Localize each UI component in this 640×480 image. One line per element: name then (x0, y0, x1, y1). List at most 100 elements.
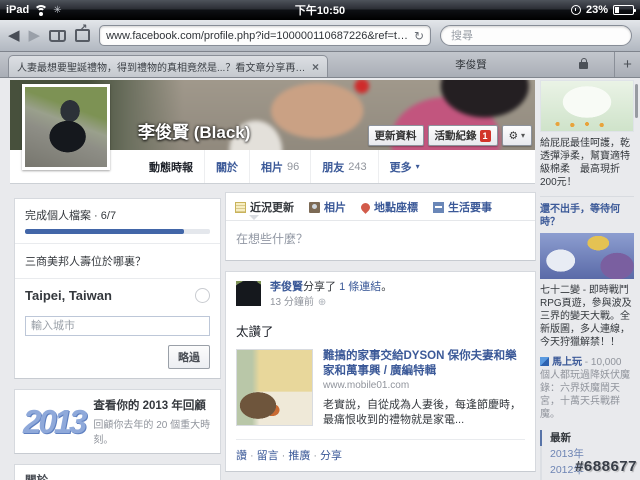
back-button[interactable]: ◀ (8, 28, 20, 43)
post-author-link[interactable]: 李俊賢 (270, 281, 303, 293)
year-review-title[interactable]: 查看你的 2013 年回顧 (93, 397, 212, 413)
battery-percent: 23% (585, 4, 608, 16)
status-input[interactable]: 在想些什麼？ (226, 221, 535, 260)
activity-log-button[interactable]: 活動紀錄 1 (427, 125, 498, 146)
profile-name: 李俊賢 (Black) (138, 123, 251, 142)
update-info-button[interactable]: 更新資料 (367, 125, 424, 146)
location-pin-icon (359, 200, 372, 214)
close-tab-icon[interactable]: × (312, 60, 319, 74)
skip-button[interactable]: 略過 (168, 345, 210, 369)
post-action-period: 。 (381, 281, 393, 293)
skip-row: 略過 (15, 342, 220, 378)
address-bar[interactable]: www.facebook.com/profile.php?id=10000011… (99, 25, 431, 46)
privacy-globe-icon: ⊕ (317, 296, 327, 308)
composer-tab-place[interactable]: 地點座標 (359, 199, 418, 215)
composer-tab-status[interactable]: 近況更新 (235, 199, 294, 220)
update-info-label: 更新資料 (374, 130, 417, 142)
ad-game-cta-row: 馬上玩 - 10,000 個人都玩過降妖伏魔錄：六界妖魔鬧天宮，十萬天兵戰群魔。 (540, 356, 634, 421)
answer-radio[interactable] (195, 288, 210, 303)
profile-progress-bar (25, 229, 210, 234)
composer-tab-label: 近況更新 (250, 202, 294, 214)
composer-tab-label: 相片 (324, 202, 346, 214)
scrollbar[interactable] (635, 84, 638, 118)
new-tab-button[interactable]: + (614, 52, 640, 77)
cover-photo[interactable]: 李俊賢 (Black) 更新資料 活動紀錄 1 ⚙ ▾ (10, 80, 535, 170)
alarm-clock-icon (570, 5, 581, 15)
timeline-year-latest[interactable]: 最新 (540, 430, 634, 446)
bookmarks-icon[interactable] (49, 29, 67, 42)
post-timestamp[interactable]: 13 分鐘前 (270, 296, 314, 310)
shared-link-count[interactable]: 1 條連結 (339, 281, 381, 293)
city-input[interactable] (25, 316, 210, 336)
composer-tab-lifeevent[interactable]: 生活要事 (433, 199, 492, 215)
profile-picture[interactable] (22, 84, 110, 170)
status-update-icon (235, 201, 246, 213)
separator: · (250, 449, 254, 462)
cover-buttons: 更新資料 活動紀錄 1 ⚙ ▾ (367, 125, 532, 146)
complete-profile-title: 完成個人檔案 · 6/7 (25, 210, 117, 222)
link-title[interactable]: 難搞的家事交給DYSON 保你夫妻和樂 家和萬事興 / 廣編特輯 (323, 349, 528, 378)
composer-card: 近況更新 相片 地點座標 生活要事 在想些什麼？ (225, 192, 536, 261)
divider (540, 196, 634, 197)
status-bar: iPad ✳ 下午10:50 23% (0, 0, 640, 20)
complete-profile-card: 完成個人檔案 · 6/7 三商美邦人壽位於哪裏？ Taipei, Taiwan … (14, 198, 221, 379)
center-column: 近況更新 相片 地點座標 生活要事 在想些什麼？ 李俊賢分享了 1 條連結。 1… (225, 192, 536, 480)
forward-button[interactable]: ▶ (29, 28, 41, 43)
play-now-link[interactable]: 馬上玩 (552, 357, 582, 368)
ad-game-text[interactable]: 七十二變 - 即時戰鬥RPG頁遊，參與波及三界的變天大戰。全新版圖，多人連線，今… (540, 284, 634, 349)
ad-pampers-text[interactable]: 給屁屁最佳呵護，乾透彈淨柔，幫寶適特級棉柔 最高現折200元！ (540, 137, 634, 189)
profile-question: 三商美邦人壽位於哪裏？ (15, 243, 220, 278)
post-timestamp-row: 13 分鐘前 ⊕ (270, 296, 525, 310)
year-review-card[interactable]: 2013 查看你的 2013 年回顧 回顧你去年的 20 個重大時刻。 (14, 389, 221, 454)
nav-count: 96 (287, 160, 300, 173)
share-icon[interactable]: ↗ (75, 23, 91, 42)
composer-tab-label: 地點座標 (374, 202, 418, 214)
tab-timeline[interactable]: 動態時報 (138, 150, 204, 183)
link-attachment[interactable]: 難搞的家事交給DYSON 保你夫妻和樂 家和萬事興 / 廣編特輯 www.mob… (236, 349, 528, 427)
tab-friends[interactable]: 朋友 243 (310, 150, 377, 183)
caret-down-icon: ▾ (415, 162, 420, 171)
suggested-answer-row[interactable]: Taipei, Taiwan (15, 278, 220, 312)
year-review-logo: 2013 (23, 402, 87, 440)
link-description: 老實說，自從成為人妻後，每逢節慶時，最痛恨收到的禮物就是家電... (323, 399, 521, 426)
post-header: 李俊賢分享了 1 條連結。 13 分鐘前 ⊕ (270, 280, 525, 309)
share-link[interactable]: 分享 (320, 450, 342, 462)
life-event-icon (433, 201, 444, 213)
ad-game-title[interactable]: 還不出手，等待何時？ (540, 203, 634, 229)
comment-link[interactable]: 留言 (257, 450, 279, 462)
tab-photos[interactable]: 相片 96 (249, 150, 310, 183)
ad-pampers-image[interactable] (540, 80, 634, 132)
gear-icon: ⚙ (508, 129, 518, 142)
share-arrow-icon: ↗ (79, 23, 88, 34)
ad-game-image[interactable] (540, 233, 634, 279)
separator: · (281, 449, 286, 462)
link-thumbnail[interactable] (236, 349, 313, 427)
tab-more[interactable]: 更多 ▾ (377, 150, 431, 183)
battery-icon (613, 5, 636, 15)
composer-tab-label: 生活要事 (448, 202, 492, 214)
composer-tab-photo[interactable]: 相片 (309, 199, 346, 215)
tab-dyson-article[interactable]: 人妻最想要聖誕禮物，得到禮物的真相竟然是...？看文章分享再送Dyson DC3… (8, 55, 328, 77)
watermark: #688677 (575, 458, 637, 475)
like-link[interactable]: 讚 (236, 450, 247, 462)
search-input[interactable] (440, 25, 632, 46)
reload-icon[interactable]: ↻ (414, 29, 424, 43)
url-text: www.facebook.com/profile.php?id=10000011… (106, 29, 410, 42)
nav-label: 相片 (261, 161, 283, 174)
app-icon (540, 357, 549, 366)
lock-icon (579, 58, 588, 69)
tab-about[interactable]: 關於 (204, 150, 249, 183)
status-clock: 下午10:50 (294, 5, 346, 17)
city-input-row (15, 312, 220, 342)
nav-count: 243 (348, 160, 367, 173)
settings-button[interactable]: ⚙ ▾ (501, 125, 532, 146)
separator: · (313, 449, 318, 462)
promote-link[interactable]: 推廣 (288, 450, 310, 462)
tab-profile[interactable]: 李俊賢 (328, 52, 614, 77)
facebook-page: 李俊賢 (Black) 更新資料 活動紀錄 1 ⚙ ▾ 動態時報 關於 相片 96… (0, 78, 640, 480)
profile-progress-fill (25, 229, 185, 234)
tab2-title: 李俊賢 (455, 59, 487, 71)
post-author-avatar[interactable] (236, 281, 261, 306)
activity-log-label: 活動紀錄 (434, 130, 477, 142)
post-action: 分享了 (303, 281, 340, 293)
